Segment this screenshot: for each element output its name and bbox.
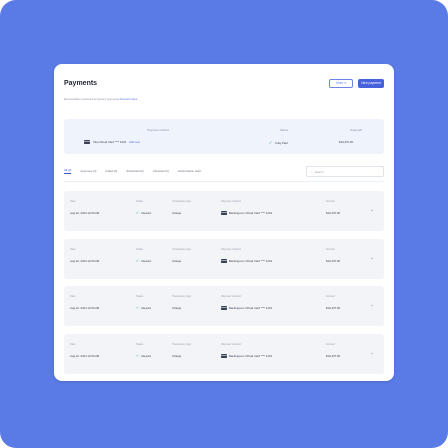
row-date: Aug 22, 2024 12:00 AM (70, 306, 100, 310)
row-status: ✓ Cleared (136, 259, 151, 263)
col-header-status: Status (136, 295, 144, 298)
row-status-text: Cleared (141, 306, 151, 310)
col-header-amount: Amount (326, 295, 335, 298)
col-header-date: Date (70, 343, 76, 346)
row-date: Aug 22, 2024 12:00 AM (70, 259, 100, 263)
col-header-type: Transaction type (172, 343, 192, 346)
col-header-type: Transaction type (172, 200, 192, 203)
table-row[interactable]: Date Aug 22, 2024 12:00 AM Status ✓ Clear… (64, 191, 384, 231)
chevron-down-icon[interactable]: ⌄ (370, 302, 374, 308)
col-header-date: Date (70, 200, 76, 203)
tab-failed[interactable]: Failed (0) (105, 169, 117, 173)
col-header-status: Status (136, 248, 144, 251)
check-icon: ✓ (136, 259, 140, 263)
new-payment-button[interactable]: New payment (358, 78, 384, 88)
tab-scheduled[interactable]: Scheduled (0) (126, 169, 143, 173)
row-method: Bankingcom Virtual Card **** 1234 (221, 306, 272, 310)
col-header-amount: Amount (326, 248, 335, 251)
row-method: Bankingcom Virtual Card **** 1234 (221, 211, 272, 215)
caption-link[interactable]: Account notes (120, 97, 138, 101)
col-header-amount: Amount (326, 343, 335, 346)
chevron-down-icon[interactable]: ⌄ (370, 255, 374, 261)
row-method: Bankingcom Virtual Card **** 1234 (221, 259, 272, 263)
tab-canceled[interactable]: Canceled (0) (153, 169, 169, 173)
add-new-link[interactable]: Add new (129, 140, 140, 144)
credit-card-icon (84, 140, 90, 144)
row-type: Charge (172, 306, 182, 310)
check-icon: ✓ (269, 140, 273, 145)
search-input[interactable]: ⌕ Search (306, 166, 384, 177)
row-type: Charge (172, 259, 182, 263)
card-header: Payments More ▾ New payment (64, 76, 384, 90)
row-status: ✓ Cleared (136, 211, 151, 215)
row-method-text: Bankingcom Virtual Card **** 1234 (229, 259, 273, 263)
credit-card-icon (221, 259, 227, 263)
summary-method-value: Visa Virtual Card **** 1234 Add new (84, 140, 140, 144)
caption-text: Reconciliation powered by Quarry payment… (64, 97, 119, 101)
col-header-type: Transaction type (172, 248, 192, 251)
search-icon: ⌕ (311, 169, 313, 174)
row-status: ✓ Cleared (136, 306, 151, 310)
page-title: Payments (64, 79, 98, 87)
row-amount: $19,470.00 (326, 259, 340, 263)
chevron-down-icon: ▾ (344, 81, 346, 85)
caption: Reconciliation powered by Quarry payment… (64, 97, 137, 101)
row-method-text: Bankingcom Virtual Card **** 1234 (229, 211, 273, 215)
row-type: Charge (172, 211, 182, 215)
check-icon: ✓ (136, 354, 140, 358)
payment-summary: Payment method Visa Virtual Card **** 12… (64, 119, 384, 154)
table-row[interactable]: Date Aug 22, 2024 12:00 AM Status ✓ Clear… (64, 286, 384, 326)
credit-card-icon (221, 354, 227, 358)
search-placeholder: Search (314, 169, 324, 174)
row-amount: $19,470.00 (326, 354, 340, 358)
row-status-text: Cleared (141, 259, 151, 263)
more-button-label: More (336, 81, 344, 85)
col-header-method: Payment method (221, 248, 241, 251)
summary-method-text: Visa Virtual Card **** 1234 (93, 140, 127, 144)
col-header-date: Date (70, 248, 76, 251)
row-status-text: Cleared (141, 211, 151, 215)
summary-status-label: Status (280, 128, 288, 132)
summary-total-value: $19,470.00 (339, 140, 353, 144)
row-amount: $19,470.00 (326, 211, 340, 215)
summary-status-value: ✓ Fully Paid (269, 140, 288, 145)
chevron-down-icon[interactable]: ⌄ (370, 207, 374, 213)
row-amount: $19,470.00 (326, 306, 340, 310)
payments-card: Payments More ▾ New payment Reconciliati… (54, 64, 394, 381)
row-method-text: Bankingcom Virtual Card **** 1234 (229, 354, 273, 358)
check-icon: ✓ (136, 211, 140, 215)
col-header-method: Payment method (221, 343, 241, 346)
chevron-down-icon[interactable]: ⌄ (370, 350, 374, 356)
summary-total-label: Total paid (350, 128, 362, 132)
col-header-status: Status (136, 343, 144, 346)
more-button[interactable]: More ▾ (329, 78, 353, 88)
table-row[interactable]: Date Aug 22, 2024 12:00 AM Status ✓ Clear… (64, 334, 384, 374)
tab-authorization-hold[interactable]: Authorization Hold (178, 169, 201, 173)
row-method-text: Bankingcom Virtual Card **** 1234 (229, 306, 273, 310)
table-row[interactable]: Date Aug 22, 2024 12:00 AM Status ✓ Clear… (64, 239, 384, 279)
status-tabs: All (4) Approved (4) Failed (0) Schedule… (64, 166, 201, 176)
row-type: Charge (172, 354, 182, 358)
tab-all[interactable]: All (4) (64, 168, 72, 174)
col-header-type: Transaction type (172, 295, 192, 298)
summary-method-label: Payment method (147, 128, 169, 132)
credit-card-icon (221, 306, 227, 310)
row-status: ✓ Cleared (136, 354, 151, 358)
divider (64, 181, 384, 182)
credit-card-icon (221, 211, 227, 215)
summary-status-text: Fully Paid (275, 140, 288, 145)
col-header-amount: Amount (326, 200, 335, 203)
col-header-status: Status (136, 200, 144, 203)
tab-approved[interactable]: Approved (4) (80, 169, 96, 173)
col-header-date: Date (70, 295, 76, 298)
header-actions: More ▾ New payment (329, 78, 384, 88)
col-header-method: Payment method (221, 200, 241, 203)
row-date: Aug 22, 2024 12:00 AM (70, 211, 100, 215)
row-status-text: Cleared (141, 354, 151, 358)
row-date: Aug 22, 2024 12:00 AM (70, 354, 100, 358)
row-method: Bankingcom Virtual Card **** 1234 (221, 354, 272, 358)
check-icon: ✓ (136, 306, 140, 310)
col-header-method: Payment method (221, 295, 241, 298)
